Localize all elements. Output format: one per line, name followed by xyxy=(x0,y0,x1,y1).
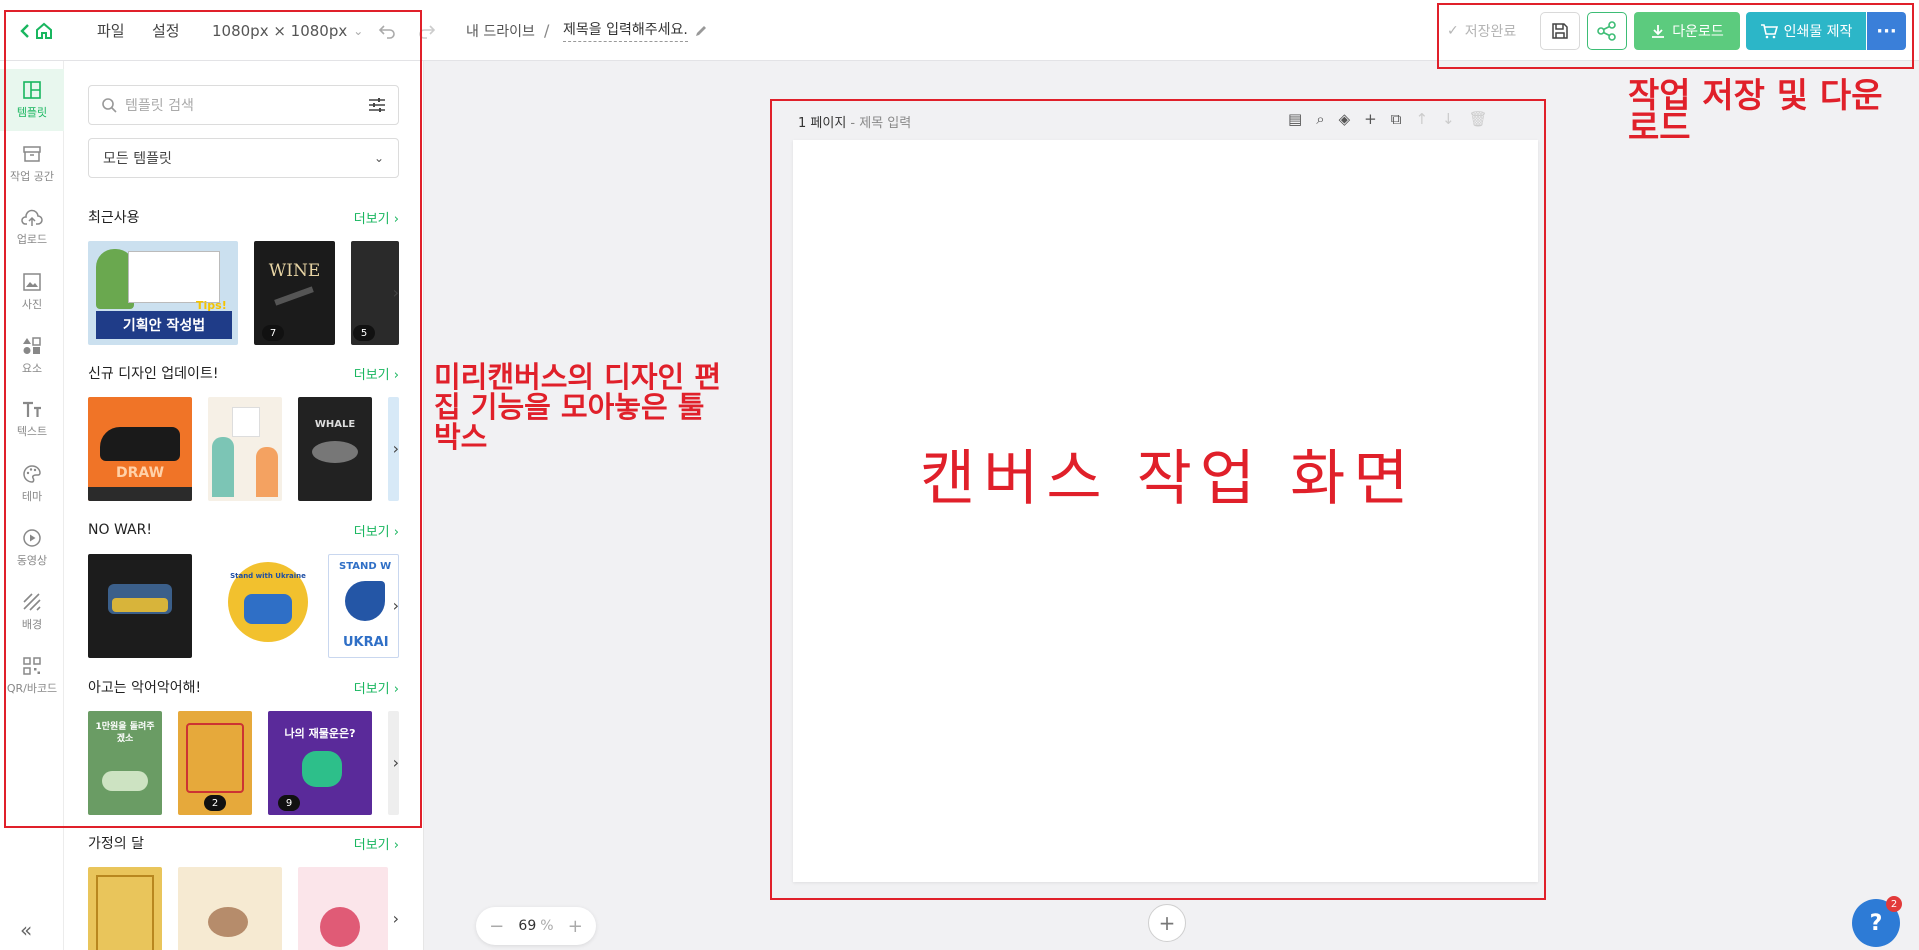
zoom-control: − 69% + xyxy=(476,907,596,945)
pencil-icon xyxy=(695,25,706,36)
more-link[interactable]: 더보기 › xyxy=(354,834,399,853)
zoom-value[interactable]: 69% xyxy=(518,918,553,934)
template-thumbnail[interactable] xyxy=(298,867,388,950)
annotation-save-text: 작업 저장 및 다운로드 xyxy=(1628,76,1883,148)
annotation-box-toolbox xyxy=(4,10,422,828)
annotation-box-save xyxy=(1437,3,1914,69)
section-title: 가정의 달 xyxy=(88,836,144,852)
template-thumbnail[interactable] xyxy=(88,867,162,950)
document-title-text[interactable]: 제목을 입력해주세요. xyxy=(563,19,688,42)
zoom-out-button[interactable]: − xyxy=(489,916,504,937)
template-thumbnail[interactable] xyxy=(178,867,282,950)
add-page-button[interactable]: + xyxy=(1148,904,1186,942)
chevron-right-icon[interactable]: › xyxy=(393,909,399,928)
collapse-panel-button[interactable]: « xyxy=(20,918,32,942)
breadcrumb-drive[interactable]: 내 드라이브 xyxy=(466,0,535,61)
breadcrumb-separator: / xyxy=(544,21,550,40)
document-title[interactable]: 제목을 입력해주세요. xyxy=(563,0,708,61)
annotation-toolbox-text: 미리캔버스의 디자인 편집 기능을 모아놓은 툴 박스 xyxy=(434,360,721,454)
zoom-in-button[interactable]: + xyxy=(568,916,583,937)
section-family-month: 가정의 달 더보기 › › xyxy=(88,832,399,950)
notification-badge: 2 xyxy=(1886,896,1902,912)
annotation-canvas-text: 캔버스 작업 화면 xyxy=(920,444,1417,514)
